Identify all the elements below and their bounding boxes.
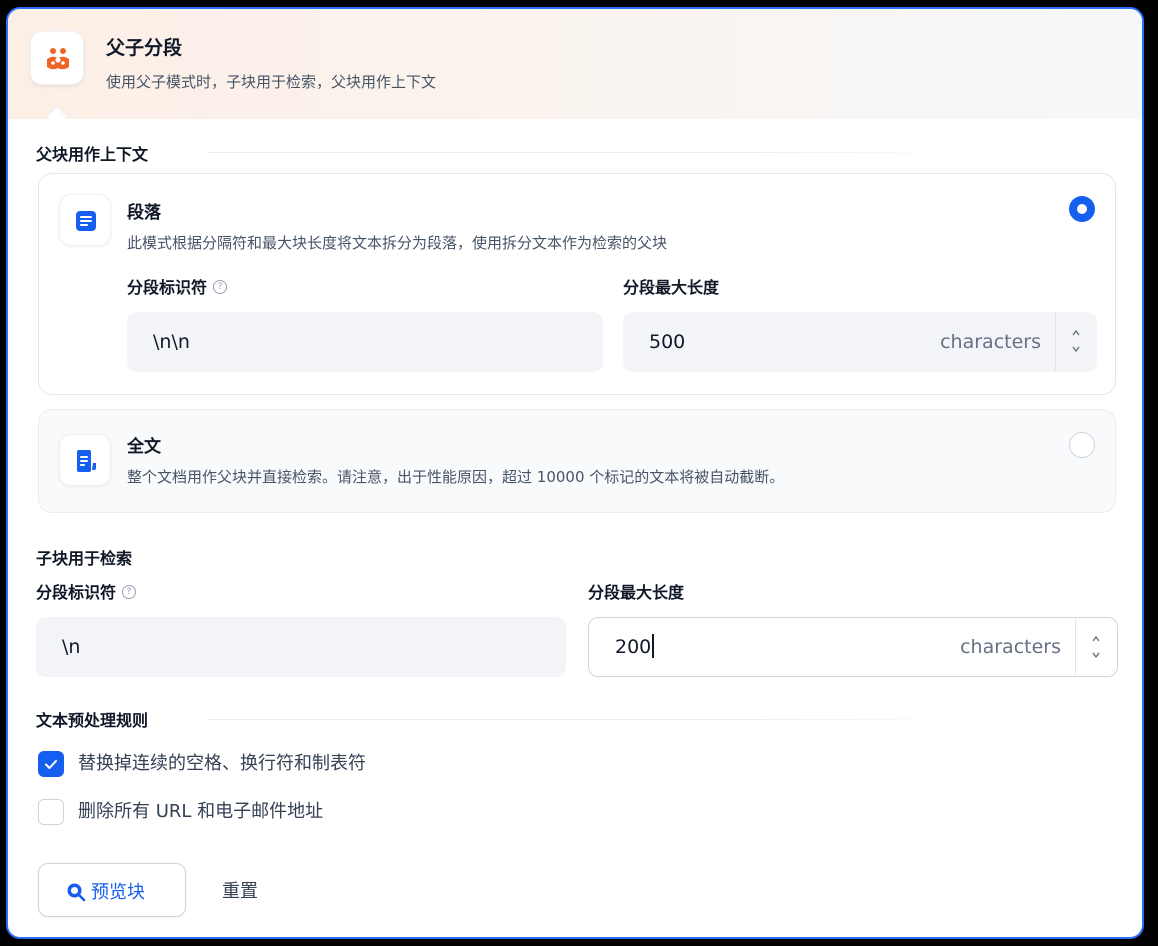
option-full-doc[interactable]: 全文 整个文档用作父块并直接检索。请注意，出于性能原因，超过 10000 个标记…	[38, 409, 1116, 513]
text-caret	[652, 633, 654, 658]
help-icon[interactable]: ?	[213, 279, 228, 294]
parent-section-divider	[208, 152, 968, 153]
chevron-up-icon[interactable]	[1091, 634, 1101, 644]
chevron-up-icon[interactable]	[1071, 328, 1081, 338]
parent-max-length-stepper[interactable]	[1055, 312, 1097, 372]
search-icon	[67, 883, 86, 902]
option-full-doc-radio[interactable]	[1069, 432, 1095, 458]
child-max-length-value: 200	[615, 636, 652, 658]
parent-max-length-value: 500	[649, 331, 686, 353]
paragraph-icon	[59, 194, 111, 246]
rule-replace-whitespace-checkbox[interactable]	[38, 751, 64, 777]
full-doc-icon	[59, 434, 111, 486]
child-delimiter-label-text: 分段标识符	[36, 583, 117, 602]
rule-remove-urls-checkbox[interactable]	[38, 799, 64, 825]
preprocess-section-title: 文本预处理规则	[36, 711, 149, 730]
rule-replace-whitespace-label: 替换掉连续的空格、换行符和制表符	[78, 753, 366, 774]
child-max-length-input[interactable]: 200 characters	[588, 617, 1118, 677]
option-paragraph-description: 此模式根据分隔符和最大块长度将文本拆分为段落，使用拆分文本作为检索的父块	[127, 234, 668, 252]
chevron-down-icon[interactable]	[1071, 344, 1081, 354]
check-icon	[45, 760, 57, 769]
rule-remove-urls-label: 删除所有 URL 和电子邮件地址	[78, 801, 324, 822]
child-max-length-stepper[interactable]	[1075, 618, 1117, 676]
option-full-doc-description: 整个文档用作父块并直接检索。请注意，出于性能原因，超过 10000 个标记的文本…	[127, 468, 785, 486]
option-full-doc-title: 全文	[127, 437, 161, 457]
parent-child-chunk-card: 父子分段 使用父子模式时，子块用于检索，父块用作上下文 父块用作上下文 段落 此…	[6, 7, 1144, 939]
child-delimiter-value: \n	[62, 636, 81, 658]
help-icon[interactable]: ?	[122, 584, 137, 599]
parent-max-length-input[interactable]: 500 characters	[623, 312, 1097, 372]
child-max-length-label: 分段最大长度	[588, 583, 685, 602]
chevron-down-icon[interactable]	[1091, 650, 1101, 660]
parent-section-title: 父块用作上下文	[36, 145, 149, 164]
child-max-length-unit: characters	[960, 636, 1061, 658]
parent-child-icon	[30, 31, 84, 85]
parent-delimiter-input[interactable]: \n\n	[127, 312, 603, 372]
preview-chunks-button[interactable]: 预览块	[38, 863, 186, 917]
parent-delimiter-value: \n\n	[153, 331, 190, 353]
card-header: 父子分段 使用父子模式时，子块用于检索，父块用作上下文	[8, 9, 1142, 119]
child-delimiter-label: 分段标识符?	[36, 579, 137, 603]
option-paragraph-radio[interactable]	[1069, 196, 1095, 222]
option-paragraph[interactable]: 段落 此模式根据分隔符和最大块长度将文本拆分为段落，使用拆分文本作为检索的父块 …	[38, 173, 1116, 395]
parent-max-length-unit: characters	[940, 331, 1041, 353]
card-description: 使用父子模式时，子块用于检索，父块用作上下文	[106, 73, 437, 91]
child-delimiter-input[interactable]: \n	[36, 617, 566, 677]
reset-button[interactable]: 重置	[222, 877, 258, 903]
parent-delimiter-label: 分段标识符?	[127, 274, 228, 298]
preview-chunks-label: 预览块	[91, 882, 145, 903]
parent-max-length-label: 分段最大长度	[623, 278, 720, 297]
option-paragraph-title: 段落	[127, 203, 161, 223]
card-title: 父子分段	[106, 37, 183, 59]
parent-delimiter-label-text: 分段标识符	[127, 278, 208, 297]
preprocess-section-divider	[208, 719, 968, 720]
child-section-title: 子块用于检索	[36, 549, 133, 568]
